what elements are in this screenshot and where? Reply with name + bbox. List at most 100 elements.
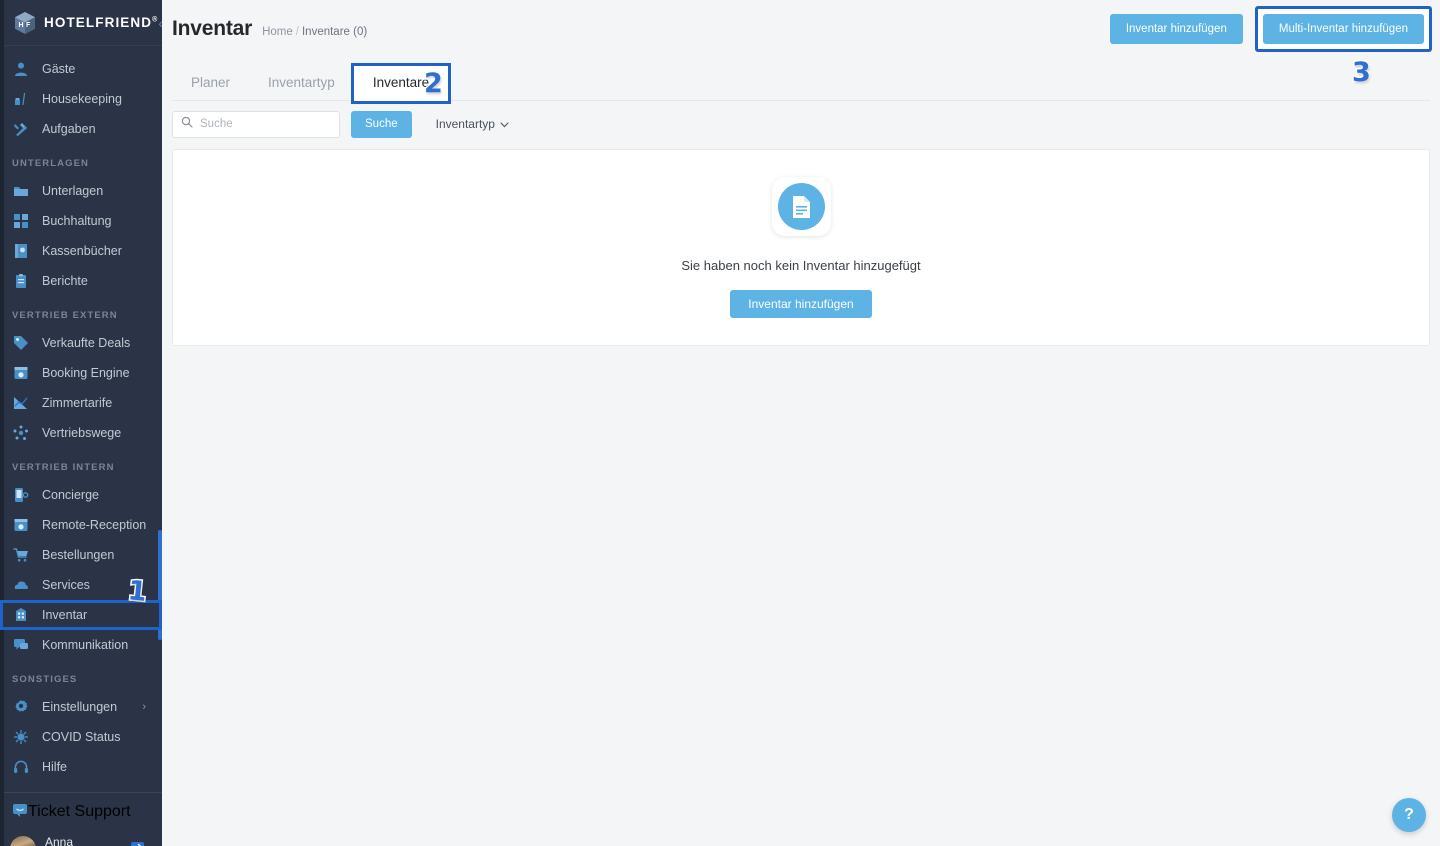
sidebar-item-remote-reception[interactable]: Remote-Reception [0,510,162,540]
sidebar-item-label: Unterlagen [42,184,104,198]
logout-arrow-icon[interactable] [130,839,146,846]
sidebar-item-zimmertarife[interactable]: Zimmertarife [0,388,162,418]
page-header: Inventar Home / Inventare (0) Inventar hin… [162,0,1440,57]
empty-state-add-inventory-button[interactable]: Inventar hinzufügen [730,290,872,318]
sidebar-item-label: Buchhaltung [42,214,112,228]
svg-text:H: H [19,22,24,29]
sidebar-item-inventar[interactable]: Inventar [0,600,162,630]
chevron-right-icon: › [142,701,146,713]
chat-bubbles-icon [12,636,30,654]
sidebar-logo-row[interactable]: H F HOTELFRIEND® « [0,0,162,46]
sidebar-item-label: Remote-Reception [42,518,147,532]
add-inventory-button[interactable]: Inventar hinzufügen [1109,13,1243,44]
tab-planer[interactable]: Planer [172,75,249,101]
broom-icon [12,90,30,108]
sidebar-item-ticket-support[interactable]: Ticket Support [0,797,162,827]
search-input[interactable] [200,118,330,130]
sidebar-section-title: SONSTIGES [12,674,78,685]
ticket-chat-icon [12,802,28,823]
virus-icon [12,728,30,746]
sidebar-item-housekeeping[interactable]: Housekeeping [0,84,162,114]
sidebar-item-unterlagen[interactable]: Unterlagen [0,176,162,206]
logo-text: HOTELFRIEND® [44,15,158,30]
sidebar-item-booking-engine[interactable]: Booking Engine [0,358,162,388]
sidebar-item-label: Kommunikation [42,638,129,652]
sidebar-user-row[interactable]: Anna @Admin [0,827,162,846]
sidebar-item-buchhaltung[interactable]: Buchhaltung [0,206,162,236]
sidebar-item-label: Verkaufte Deals [42,336,131,350]
shopping-cart-icon [12,546,30,564]
sidebar-item-aufgaben[interactable]: Aufgaben [0,114,162,144]
sidebar-item-berichte[interactable]: Berichte [0,266,162,296]
document-icon [777,183,825,230]
tab-bar: Planer Inventartyp Inventare [162,57,1440,104]
search-button[interactable]: Suche [351,110,412,138]
sidebar-item-label: Vertriebswege [42,426,122,440]
add-multi-inventory-button[interactable]: Multi-Inventar hinzufügen [1262,13,1424,44]
sidebar-item-label: Hilfe [42,760,68,774]
sidebar-item-label: Aufgaben [42,122,96,136]
filters-row: Suche Inventartyp [162,101,1440,147]
building-grid-icon [12,606,30,624]
inventory-type-filter[interactable]: Inventartyp [436,117,509,131]
cloud-icon [12,576,30,594]
user-icon [12,60,30,78]
sidebar: H F HOTELFRIEND® « Gäste Housekeeping Aufg… [0,0,162,846]
header-actions: Inventar hinzufügen Multi-Inventar hinzu… [1109,5,1440,52]
sidebar-item-services[interactable]: Services [0,570,162,600]
sidebar-item-verkaufte-deals[interactable]: Verkaufte Deals [0,328,162,358]
sidebar-item-einstellungen[interactable]: Einstellungen › [0,692,162,722]
sidebar-item-vertriebswege[interactable]: Vertriebswege [0,418,162,448]
hotelfriend-cube-logo: H F [14,11,36,35]
breadcrumb-current: Inventare (0) [301,25,368,38]
page-title: Inventar [172,16,253,40]
sidebar-item-label: Inventar [42,608,88,622]
sidebar-item-label: Zimmertarife [42,396,113,410]
sidebar-item-label: COVID Status [42,730,121,744]
add-multi-inventory-highlight: Multi-Inventar hinzufügen [1254,5,1432,52]
sidebar-item-label: Einstellungen [42,700,118,714]
main-content: Inventar Home / Inventare (0) Inventar hin… [162,0,1440,846]
tab-inventare[interactable]: Inventare [350,63,452,104]
search-icon [181,115,193,133]
empty-state-icon-tile [771,177,831,236]
tab-inventartyp[interactable]: Inventartyp [249,75,354,101]
headset-icon [12,758,30,776]
inventory-empty-card: Sie haben noch kein Inventar hinzugefügt… [172,149,1430,346]
logo-wordmark: HOTELFRIEND [44,15,153,30]
user-meta: Anna @Admin [45,835,87,846]
search-field[interactable] [172,110,340,138]
sidebar-item-g-ste[interactable]: Gäste [0,54,162,84]
sidebar-item-hilfe[interactable]: Hilfe [0,752,162,782]
empty-state-message: Sie haben noch kein Inventar hinzugefügt [681,258,921,273]
sidebar-item-label: Housekeeping [42,92,122,106]
sidebar-section-title: VERTRIEB EXTERN [12,310,118,321]
sidebar-item-bestellungen[interactable]: Bestellungen [0,540,162,570]
help-fab-button[interactable]: ? [1392,798,1426,832]
sidebar-item-label: Services [42,578,90,592]
sidebar-divider [0,792,162,793]
sidebar-item-kassenb-cher[interactable]: Kassenbücher [0,236,162,266]
breadcrumb: Home / Inventare (0) [262,20,367,38]
mobile-bell-icon [12,486,30,504]
sidebar-item-label: Bestellungen [42,548,115,562]
sidebar-section-title: VERTRIEB INTERN [12,462,115,473]
browser-window-icon [12,516,30,534]
sidebar-item-label: Berichte [42,274,88,288]
breadcrumb-home[interactable]: Home [262,26,293,38]
sidebar-section-title: UNTERLAGEN [12,158,89,169]
sidebar-item-covid-status[interactable]: COVID Status [0,722,162,752]
chevron-down-icon [500,117,509,131]
sidebar-item-concierge[interactable]: Concierge [0,480,162,510]
cashbook-icon [12,242,30,260]
avatar [10,836,36,846]
svg-text:F: F [26,22,31,29]
browser-window-icon [12,364,30,382]
sidebar-item-label: Concierge [42,488,99,502]
chart-line-icon [12,394,30,412]
grid-blocks-icon [12,212,30,230]
sidebar-item-kommunikation[interactable]: Kommunikation [0,630,162,660]
tools-icon [12,120,30,138]
network-nodes-icon [12,424,30,442]
